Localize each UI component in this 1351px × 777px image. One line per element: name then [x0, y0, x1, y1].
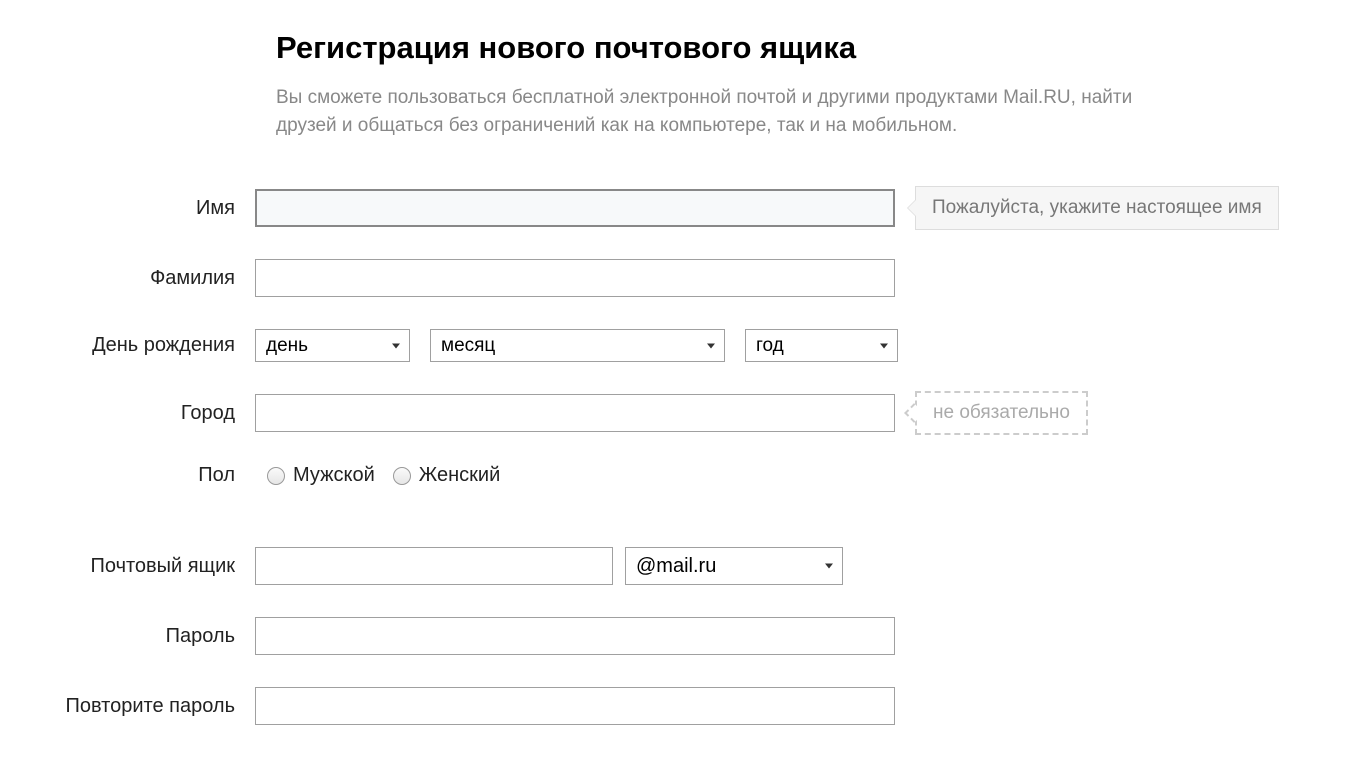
label-birthday: День рождения [30, 334, 255, 357]
mailbox-input[interactable] [255, 547, 613, 585]
password-input[interactable] [255, 617, 895, 655]
last-name-input[interactable] [255, 259, 895, 297]
birthday-year-select[interactable]: год [745, 329, 898, 362]
gender-female-label: Женский [419, 464, 500, 487]
row-password-repeat: Повторите пароль [30, 687, 1351, 725]
row-birthday: День рождения день месяц год [30, 329, 1351, 362]
gender-male-label: Мужской [293, 464, 375, 487]
gender-female-radio[interactable]: Женский [393, 464, 500, 487]
first-name-tooltip: Пожалуйста, укажите настоящее имя [915, 186, 1279, 230]
label-first-name: Имя [30, 197, 255, 220]
row-mailbox: Почтовый ящик @mail.ru [30, 547, 1351, 585]
gender-male-radio[interactable]: Мужской [267, 464, 375, 487]
row-gender: Пол Мужской Женский [30, 464, 1351, 487]
birthday-day-select[interactable]: день [255, 329, 410, 362]
page-subtitle: Вы сможете пользоваться бесплатной элект… [276, 84, 1196, 139]
password-repeat-input[interactable] [255, 687, 895, 725]
radio-icon [393, 467, 411, 485]
city-input[interactable] [255, 394, 895, 432]
radio-icon [267, 467, 285, 485]
header-block: Регистрация нового почтового ящика Вы см… [276, 30, 1351, 139]
mailbox-domain-select[interactable]: @mail.ru [625, 547, 843, 585]
row-password: Пароль [30, 617, 1351, 655]
label-last-name: Фамилия [30, 267, 255, 290]
label-gender: Пол [30, 464, 255, 487]
city-hint: не обязательно [915, 391, 1088, 435]
first-name-input[interactable] [255, 189, 895, 227]
label-password-repeat: Повторите пароль [30, 695, 255, 718]
label-mailbox: Почтовый ящик [30, 555, 255, 578]
label-password: Пароль [30, 625, 255, 648]
birthday-month-select[interactable]: месяц [430, 329, 725, 362]
registration-form: Регистрация нового почтового ящика Вы см… [30, 30, 1351, 725]
row-city: Город не обязательно [30, 394, 1351, 432]
row-last-name: Фамилия [30, 259, 1351, 297]
row-first-name: Имя Пожалуйста, укажите настоящее имя [30, 189, 1351, 227]
page-title: Регистрация нового почтового ящика [276, 30, 1351, 66]
label-city: Город [30, 402, 255, 425]
